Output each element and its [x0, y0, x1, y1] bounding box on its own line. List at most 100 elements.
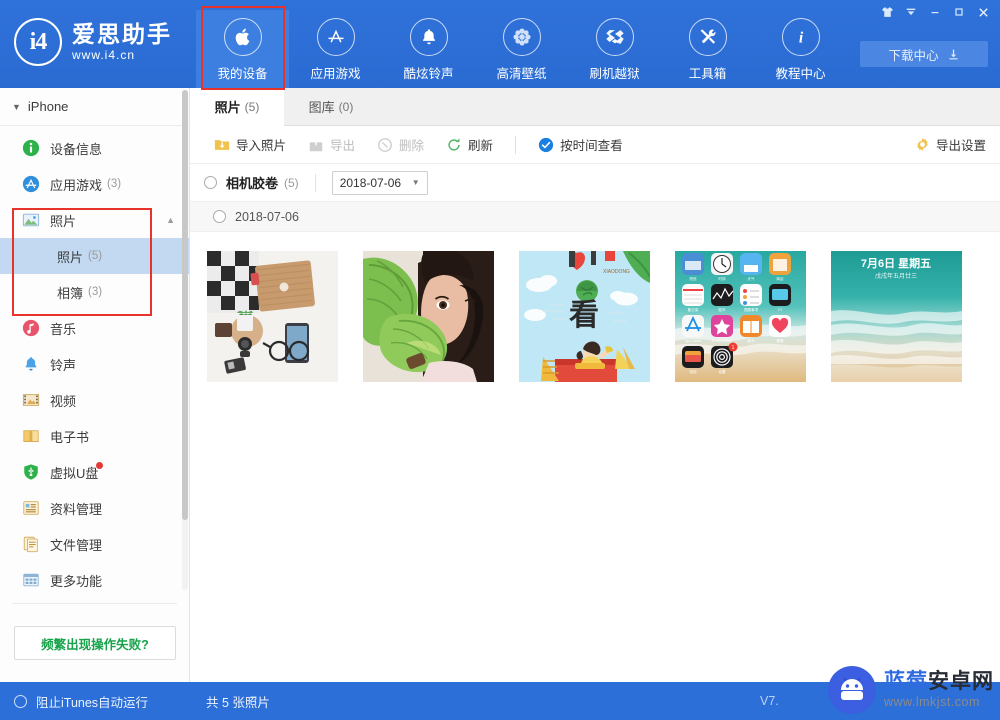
photo-thumbnail[interactable]	[362, 250, 495, 383]
sidebar-item-music[interactable]: 音乐	[0, 310, 189, 346]
sidebar-scrollbar[interactable]	[182, 90, 188, 590]
sidebar-item-photos[interactable]: 照片 ▲	[0, 202, 189, 238]
chevron-up-icon[interactable]: ▲	[166, 215, 175, 225]
date-filter-dropdown[interactable]: 2018-07-06 ▼	[331, 170, 428, 195]
nav-label: 刷机越狱	[589, 67, 640, 81]
import-photos-button[interactable]: 导入照片	[204, 132, 296, 158]
export-settings-button[interactable]: 导出设置	[915, 135, 986, 154]
view-by-time-button[interactable]: 按时间查看	[528, 132, 633, 158]
export-icon	[309, 137, 323, 151]
select-all-checkbox[interactable]	[204, 176, 217, 189]
sidebar-item-device-info[interactable]: 设备信息	[0, 130, 189, 166]
sidebar-item-label: 应用游戏	[50, 177, 103, 193]
book-icon	[23, 430, 39, 442]
delete-icon	[378, 137, 392, 152]
file-icon	[23, 536, 38, 553]
iphone-lockscreen-photo: 7月6日 星期五 戊戌年五月廿三	[831, 251, 962, 382]
nav-item-tutorials[interactable]: i 教程中心	[754, 10, 847, 88]
photo-total-label: 共 5 张照片	[206, 695, 270, 710]
sidebar-item-label: 照片	[50, 213, 77, 229]
video-icon	[22, 394, 40, 406]
sidebar-item-ringtone[interactable]: 铃声	[0, 346, 189, 382]
sidebar-item-video[interactable]: 视频	[0, 382, 189, 418]
nav-item-ringtones[interactable]: 酷炫铃声	[382, 10, 475, 88]
svg-text:提醒事项: 提醒事项	[744, 307, 759, 312]
info-circle-icon	[22, 139, 40, 157]
svg-text:股市: 股市	[718, 307, 726, 312]
minimize-icon[interactable]	[924, 2, 946, 22]
nav-item-toolbox[interactable]: 工具箱	[661, 10, 754, 88]
photo-thumbnail[interactable]	[206, 250, 339, 383]
photo-thumbnail[interactable]: 短信 时钟 天气 商店 备忘录 股市 提醒事项 TV App Store iTu…	[674, 250, 807, 383]
refresh-label: 刷新	[468, 139, 494, 153]
tab-photos[interactable]: 照片 (5)	[190, 88, 284, 126]
sidebar-item-data-manage[interactable]: 资料管理	[0, 490, 189, 526]
watermark-brand-dark: 安卓网	[928, 670, 994, 694]
sidebar-subitem-label: 相簿	[57, 285, 84, 301]
sidebar-subitem-photos[interactable]: 照片 (5)	[0, 238, 189, 274]
album-name: 相机胶卷	[226, 176, 279, 191]
album-filter-bar: 相机胶卷 (5) 2018-07-06 ▼	[190, 164, 1000, 202]
new-badge-dot	[96, 462, 103, 469]
watermark-brand-blue: 蓝莓	[884, 670, 928, 694]
nav-label: 我的设备	[217, 67, 268, 81]
nav-label: 教程中心	[775, 67, 826, 81]
sidebar-item-label: 更多功能	[50, 573, 103, 589]
export-button: 导出	[298, 132, 365, 158]
desk-flatlay-photo	[207, 251, 338, 382]
svg-text:App Store: App Store	[685, 339, 701, 343]
check-circle-icon	[538, 137, 554, 152]
app-subtitle: www.i4.cn	[72, 48, 136, 62]
close-icon[interactable]	[972, 2, 994, 22]
photo-thumbnail[interactable]: XIAODONG 看	[518, 250, 651, 383]
sidebar-item-virtual-usb[interactable]: 虚拟U盘	[0, 454, 189, 490]
nav-label: 酷炫铃声	[403, 67, 454, 81]
sidebar-item-file-manage[interactable]: 文件管理	[0, 526, 189, 562]
svg-text:钱包: 钱包	[689, 369, 697, 374]
help-operation-failed-button[interactable]: 频繁出现操作失败?	[14, 626, 176, 660]
import-icon	[214, 139, 230, 150]
block-itunes-label: 阻止iTunes自动运行	[36, 695, 149, 710]
svg-text:TV: TV	[778, 308, 783, 312]
photo-thumbnail[interactable]: 7月6日 星期五 戊戌年五月廿三	[830, 250, 963, 383]
export-label: 导出	[330, 139, 356, 153]
maximize-icon[interactable]	[948, 2, 970, 22]
chevron-down-icon: ▼	[411, 178, 420, 187]
block-itunes-toggle[interactable]: 阻止iTunes自动运行	[0, 692, 190, 711]
sidebar-item-ebook[interactable]: 电子书	[0, 418, 189, 454]
sidebar-item-more-features[interactable]: 更多功能	[0, 562, 189, 598]
sidebar-subitem-label: 照片	[57, 249, 84, 265]
apple-icon	[223, 18, 262, 56]
appstore-circle-icon	[22, 175, 40, 193]
nav-item-wallpapers[interactable]: 高清壁纸	[475, 10, 568, 88]
sidebar-device-header[interactable]: ▼ iPhone	[0, 88, 189, 126]
sidebar-item-label: 视频	[50, 393, 77, 409]
tab-count: (0)	[338, 99, 354, 114]
tab-gallery[interactable]: 图库 (0)	[284, 88, 378, 125]
sidebar-item-apps-games[interactable]: 应用游戏 (3)	[0, 166, 189, 202]
nav-item-my-device[interactable]: 我的设备	[196, 10, 289, 88]
skin-icon[interactable]	[876, 2, 898, 22]
import-photos-label: 导入照片	[236, 139, 287, 153]
iphone-homescreen-photo: 短信 时钟 天气 商店 备忘录 股市 提醒事项 TV App Store iTu…	[675, 251, 806, 382]
svg-text:戊戌年五月廿三: 戊戌年五月廿三	[875, 272, 917, 280]
toolbar-separator	[515, 135, 517, 154]
group-select-checkbox[interactable]	[213, 210, 226, 223]
logo-mark-icon: i4	[14, 18, 62, 66]
nav-item-apps-games[interactable]: 应用游戏	[289, 10, 382, 88]
svg-text:备忘录: 备忘录	[688, 307, 699, 312]
logo-mark-text: i4	[29, 28, 48, 55]
sidebar-item-label: 铃声	[50, 357, 77, 373]
photo-group-row[interactable]: 2018-07-06	[190, 202, 1000, 232]
sidebar-subitem-albums[interactable]: 相簿 (3)	[0, 274, 189, 310]
menu-icon[interactable]	[900, 2, 922, 22]
svg-text:7月6日 星期五: 7月6日 星期五	[861, 256, 931, 270]
block-itunes-checkbox[interactable]	[14, 694, 27, 708]
download-center-button[interactable]: 下载中心	[860, 41, 988, 67]
content-tabs: 照片 (5) 图库 (0)	[190, 88, 1000, 126]
nav-item-flash-jailbreak[interactable]: 刷机越狱	[568, 10, 661, 88]
watermark: 蓝莓安卓网 www.lmkjst.com	[828, 666, 994, 714]
svg-text:健康: 健康	[776, 338, 784, 343]
main-content: 照片 (5) 图库 (0) 导入照片 导出 删除 刷新 按时间查看 导出设置 相…	[190, 88, 1000, 682]
refresh-button[interactable]: 刷新	[436, 132, 503, 158]
